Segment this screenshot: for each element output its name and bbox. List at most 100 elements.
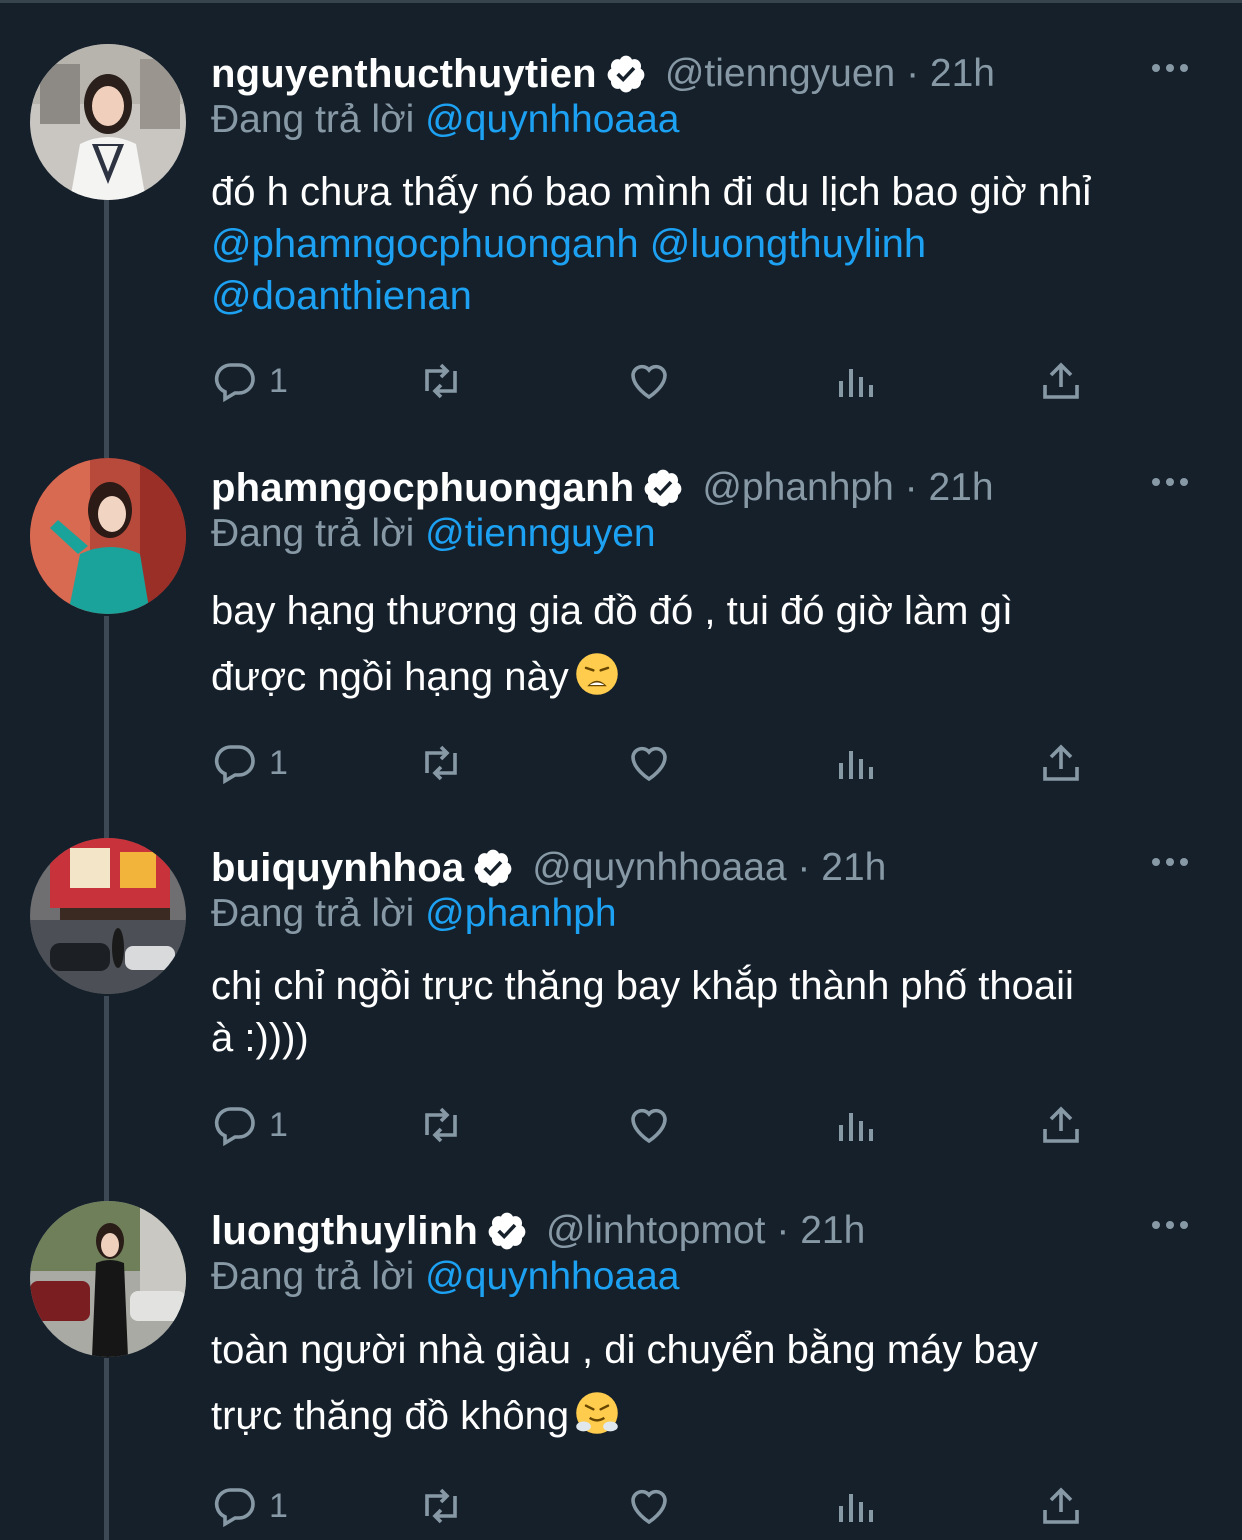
display-name[interactable]: phamngocphuonganh: [211, 466, 634, 511]
tweet[interactable]: buiquynhhoa @quynhhoaaa · 21h Đang trả l…: [0, 838, 1242, 1168]
retweet-button[interactable]: [417, 738, 465, 788]
tweet[interactable]: luongthuylinh @linhtopmot · 21h Đang trả…: [0, 1201, 1242, 1540]
heart-icon: [631, 364, 667, 400]
reply-to-mention[interactable]: @phanhph: [425, 892, 616, 935]
tweet-line: đó h chưa thấy nó bao mình đi du lịch ba…: [211, 170, 1092, 214]
like-button[interactable]: [625, 356, 673, 406]
avatar[interactable]: [30, 1201, 186, 1357]
verified-badge-icon: [644, 469, 682, 507]
heart-icon: [631, 1489, 667, 1525]
timestamp[interactable]: 21h: [821, 846, 886, 890]
tweet-line: chị chỉ ngồi trực thăng bay khắp thành p…: [211, 964, 1074, 1008]
timestamp[interactable]: 21h: [930, 52, 995, 96]
share-icon: [1043, 362, 1079, 399]
reply-button[interactable]: 1: [211, 356, 288, 406]
replying-to: Đang trả lời @tiennguyen: [211, 512, 656, 556]
replying-to: Đang trả lời @phanhph: [211, 892, 617, 936]
tweet-actions: 1: [211, 1100, 1091, 1150]
retweet-icon: [425, 1488, 457, 1524]
timestamp[interactable]: 21h: [928, 466, 993, 510]
separator-dot: ·: [765, 1209, 801, 1252]
separator-dot: ·: [895, 52, 930, 95]
reply-button[interactable]: 1: [211, 738, 288, 788]
replying-label: Đang trả lời: [211, 512, 415, 555]
tweet-line: trực thăng đồ không: [211, 1394, 570, 1438]
tweet[interactable]: phamngocphuonganh @phanhph · 21h Đang tr…: [0, 458, 1242, 798]
replying-label: Đang trả lời: [211, 1255, 415, 1298]
reply-icon: [214, 1107, 255, 1147]
verified-badge-icon: [607, 55, 645, 93]
display-name[interactable]: nguyenthucthuytien: [211, 52, 597, 97]
retweet-button[interactable]: [417, 356, 465, 406]
reply-count: 1: [269, 361, 288, 400]
handle[interactable]: @linhtopmot: [546, 1209, 766, 1253]
share-icon: [1043, 1106, 1079, 1143]
analytics-icon: [839, 369, 873, 397]
display-name[interactable]: buiquynhhoa: [211, 846, 464, 891]
tweet-text: toàn người nhà giàu , di chuyển bằng máy…: [211, 1317, 1038, 1449]
retweet-icon: [425, 745, 457, 781]
replying-to: Đang trả lời @quynhhoaaa: [211, 1255, 679, 1299]
like-button[interactable]: [625, 1481, 673, 1531]
separator-dot: ·: [893, 466, 929, 509]
reply-to-mention[interactable]: @tiennguyen: [425, 512, 655, 555]
reply-button[interactable]: 1: [211, 1100, 288, 1150]
mention-link[interactable]: @doanthienan: [211, 274, 472, 318]
mention-link[interactable]: @luongthuylinh: [650, 222, 926, 266]
analytics-icon: [839, 1113, 873, 1141]
avatar[interactable]: [30, 838, 186, 994]
analytics-button[interactable]: [831, 1481, 879, 1531]
avatar[interactable]: [30, 44, 186, 200]
display-name[interactable]: luongthuylinh: [211, 1209, 478, 1254]
tweet[interactable]: nguyenthucthuytien @tienngyuen · 21h Đan…: [0, 44, 1242, 424]
weary-face-icon: [575, 653, 618, 695]
tweet-line: được ngồi hạng này: [211, 655, 569, 699]
reply-button[interactable]: 1: [211, 1481, 288, 1531]
avatar[interactable]: [30, 458, 186, 614]
analytics-button[interactable]: [831, 356, 879, 406]
retweet-button[interactable]: [417, 1481, 465, 1531]
reply-to-mention[interactable]: @quynhhoaaa: [425, 98, 679, 141]
reply-count: 1: [269, 1105, 288, 1144]
like-button[interactable]: [625, 738, 673, 788]
verified-badge-icon: [474, 849, 512, 887]
more-options-icon[interactable]: [1150, 58, 1190, 78]
handle[interactable]: @tienngyuen: [665, 52, 895, 96]
more-options-icon[interactable]: [1150, 472, 1190, 492]
like-button[interactable]: [625, 1100, 673, 1150]
reply-to-mention[interactable]: @quynhhoaaa: [425, 1255, 679, 1298]
heart-icon: [631, 1108, 667, 1144]
analytics-icon: [839, 751, 873, 779]
more-options-icon[interactable]: [1150, 1215, 1190, 1235]
analytics-button[interactable]: [831, 738, 879, 788]
tweet-actions: 1: [211, 738, 1091, 788]
share-button[interactable]: [1037, 356, 1085, 406]
share-button[interactable]: [1037, 1100, 1085, 1150]
mention-link[interactable]: @phamngocphuonganh: [211, 222, 639, 266]
tweet-line: bay hạng thương gia đồ đó , tui đó giờ l…: [211, 589, 1013, 633]
top-divider: [0, 0, 1242, 3]
share-button[interactable]: [1037, 1481, 1085, 1531]
replying-label: Đang trả lời: [211, 98, 415, 141]
retweet-icon: [425, 363, 457, 399]
heart-icon: [631, 746, 667, 782]
analytics-icon: [839, 1494, 873, 1522]
reply-count: 1: [269, 743, 288, 782]
tweet-actions: 1: [211, 356, 1091, 406]
retweet-button[interactable]: [417, 1100, 465, 1150]
tweet-text: chị chỉ ngồi trực thăng bay khắp thành p…: [211, 960, 1074, 1064]
tweet-line: à :)))): [211, 1016, 309, 1060]
handle[interactable]: @quynhhoaaa: [532, 846, 786, 890]
tweet-text: bay hạng thương gia đồ đó , tui đó giờ l…: [211, 578, 1013, 710]
analytics-button[interactable]: [831, 1100, 879, 1150]
more-options-icon[interactable]: [1150, 852, 1190, 872]
reply-icon: [214, 363, 255, 403]
handle[interactable]: @phanhph: [702, 466, 893, 510]
tweet-line: toàn người nhà giàu , di chuyển bằng máy…: [211, 1328, 1038, 1372]
replying-to: Đang trả lời @quynhhoaaa: [211, 98, 679, 142]
replying-label: Đang trả lời: [211, 892, 415, 935]
share-button[interactable]: [1037, 738, 1085, 788]
timestamp[interactable]: 21h: [800, 1209, 865, 1253]
reply-icon: [214, 1488, 255, 1528]
steam-nose-face-icon: [576, 1392, 618, 1434]
